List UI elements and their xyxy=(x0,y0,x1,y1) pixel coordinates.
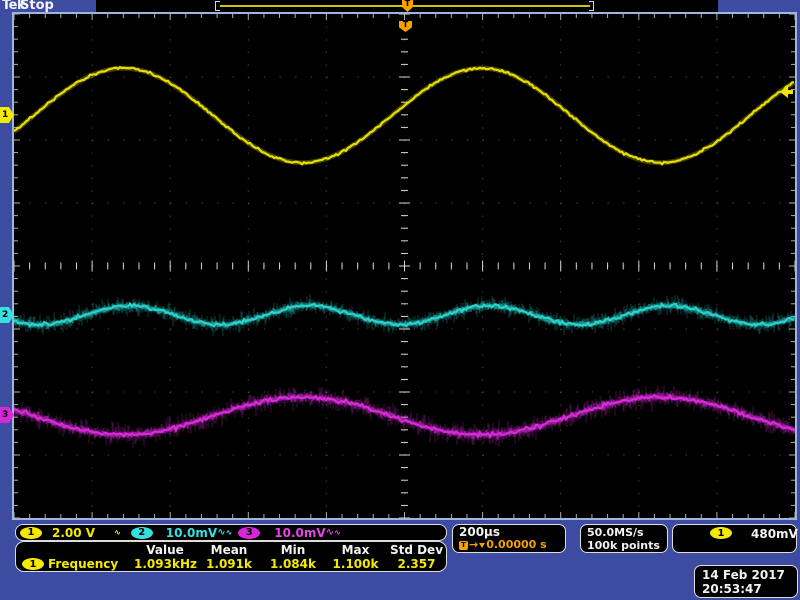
meas-mean: 1.091k xyxy=(196,557,262,571)
datetime-readout: 14 Feb 2017 20:53:47 xyxy=(694,565,798,598)
trigger-level-arrow-icon[interactable] xyxy=(780,86,793,98)
record-window-bracket-right[interactable] xyxy=(589,1,594,11)
graticule-display xyxy=(12,12,797,520)
ch2-coupling-icon: ∿ xyxy=(217,527,225,538)
trigger-readout[interactable]: 1 480mV xyxy=(672,524,797,553)
ch2-badge[interactable]: 2 xyxy=(131,527,153,539)
ch2-bandwidth-icon: ∿ xyxy=(226,528,233,537)
meas-header-mean: Mean xyxy=(196,543,262,557)
meas-stddev: 2.357 xyxy=(387,557,446,571)
sample-rate: 50.0MS/s xyxy=(587,526,667,539)
ch1-scale: 2.00 V xyxy=(52,526,95,540)
meas-header-min: Min xyxy=(262,543,324,557)
meas-header-max: Max xyxy=(324,543,387,557)
meas-name: Frequency xyxy=(48,557,118,571)
trigger-level-value: 480mV xyxy=(751,527,798,541)
meas-source-badge: 1 xyxy=(22,558,44,570)
record-view-bar[interactable]: T xyxy=(96,0,718,12)
trigger-position-value: 0.00000 s xyxy=(486,539,546,551)
ch2-scale: 10.0mV xyxy=(166,526,217,540)
meas-min: 1.084k xyxy=(262,557,324,571)
trigger-source-badge: 1 xyxy=(710,527,732,539)
channel-readout-bar[interactable]: 1 2.00 V ∿ 2 10.0mV ∿ ∿ 3 10.0mV ∿ ∿ xyxy=(15,524,447,541)
time-label: 20:53:47 xyxy=(702,582,797,596)
ch3-coupling-icon: ∿ xyxy=(326,527,334,538)
ch1-coupling-icon: ∿ xyxy=(114,528,121,537)
record-trigger-marker-icon[interactable]: T xyxy=(402,0,413,12)
trigger-t-icon: T xyxy=(459,541,468,550)
triangle-down-icon xyxy=(479,543,485,548)
record-length: 100k points xyxy=(587,539,667,552)
meas-header-stddev: Std Dev xyxy=(387,543,446,557)
date-label: 14 Feb 2017 xyxy=(702,568,797,582)
meas-max: 1.100k xyxy=(324,557,387,571)
waveform-plot xyxy=(14,14,795,518)
measurement-table[interactable]: Value Mean Min Max Std Dev 1 Frequency 1… xyxy=(15,541,447,572)
meas-value: 1.093kHz xyxy=(134,557,196,571)
record-window-bracket-left[interactable] xyxy=(215,1,220,11)
ch3-bandwidth-icon: ∿ xyxy=(334,528,341,537)
ch3-scale: 10.0mV xyxy=(274,526,325,540)
acquisition-readout[interactable]: 50.0MS/s 100k points xyxy=(580,524,668,553)
horizontal-readout[interactable]: 200μs T → 0.00000 s xyxy=(452,524,566,553)
ch1-badge[interactable]: 1 xyxy=(20,527,42,539)
meas-header-value: Value xyxy=(134,543,196,557)
arrow-right-icon: → xyxy=(469,539,478,551)
ch3-badge[interactable]: 3 xyxy=(238,527,260,539)
